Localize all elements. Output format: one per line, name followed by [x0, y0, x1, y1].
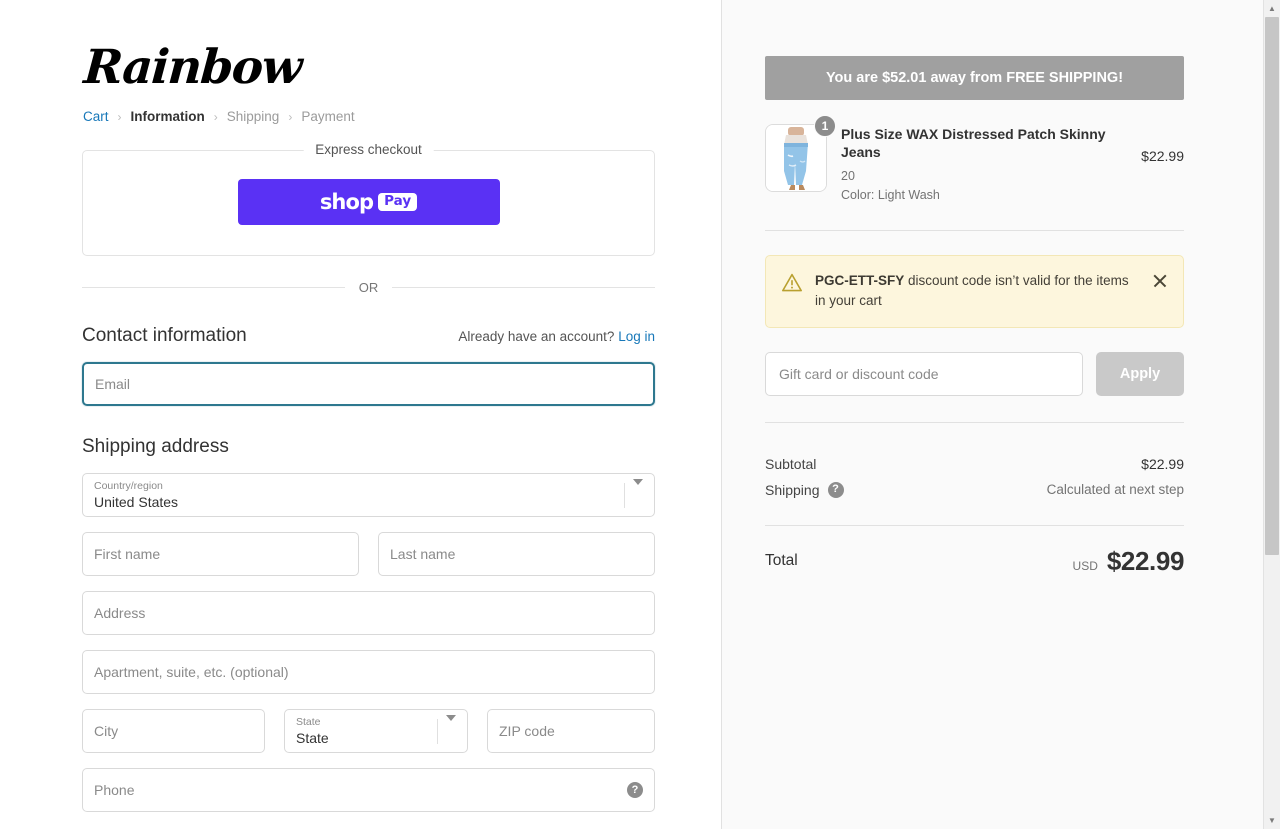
discount-error-alert: PGC-ETT-SFY discount code isn’t valid fo…	[765, 255, 1184, 328]
checkout-page: Rainbow Cart › Information › Shipping › …	[0, 0, 1280, 829]
city-placeholder: City	[94, 723, 119, 739]
last-name-field[interactable]: Last name	[378, 532, 655, 576]
contact-information-header: Contact information Already have an acco…	[82, 325, 655, 347]
or-divider: OR	[82, 280, 655, 295]
zip-code-field[interactable]: ZIP code	[487, 709, 655, 753]
discount-code-placeholder: Gift card or discount code	[779, 365, 939, 382]
cart-line-item: 1 Plus Size WAX Distressed Patch Skinny …	[765, 100, 1184, 230]
line-item-details: Plus Size WAX Distressed Patch Skinny Je…	[841, 124, 1127, 204]
express-checkout-section: Express checkout shop Pay	[82, 142, 655, 256]
chevron-down-icon	[446, 715, 456, 721]
alert-message: PGC-ETT-SFY discount code isn’t valid fo…	[815, 271, 1139, 310]
breadcrumb-separator-icon: ›	[288, 109, 293, 124]
warning-triangle-icon	[782, 274, 802, 292]
breadcrumb: Cart › Information › Shipping › Payment	[82, 109, 655, 124]
order-summary-column: You are $52.01 away from FREE SHIPPING!	[721, 0, 1280, 829]
subtotal-row: Subtotal $22.99	[765, 451, 1184, 477]
shipping-label: Shipping	[765, 481, 820, 498]
zip-code-placeholder: ZIP code	[499, 723, 555, 739]
total-amount-wrap: USD $22.99	[1072, 545, 1185, 577]
address-placeholder: Address	[94, 605, 146, 621]
divider	[765, 421, 1184, 423]
breadcrumb-item-cart[interactable]: Cart	[83, 109, 109, 124]
account-prompt: Already have an account? Log in	[458, 329, 655, 344]
country-region-select[interactable]: Country/region United States	[82, 473, 655, 517]
checkout-main-column: Rainbow Cart › Information › Shipping › …	[0, 0, 721, 829]
select-divider	[624, 483, 625, 508]
state-value: State	[296, 729, 329, 746]
city-field[interactable]: City	[82, 709, 265, 753]
apartment-placeholder: Apartment, suite, etc. (optional)	[94, 664, 289, 680]
product-price: $22.99	[1141, 148, 1184, 164]
product-title: Plus Size WAX Distressed Patch Skinny Je…	[841, 126, 1106, 161]
breadcrumb-item-information[interactable]: Information	[131, 109, 205, 124]
shop-pay-wordmark: shop	[319, 190, 374, 214]
shipping-value: Calculated at next step	[1046, 482, 1184, 498]
total-label: Total	[765, 552, 798, 570]
jeans-product-image	[766, 125, 826, 191]
phone-field[interactable]: Phone ?	[82, 768, 655, 812]
state-label: State	[296, 715, 321, 728]
log-in-link[interactable]: Log in	[618, 329, 655, 344]
state-select[interactable]: State State	[284, 709, 468, 753]
question-mark-icon[interactable]: ?	[627, 782, 643, 798]
divider	[765, 230, 1184, 232]
scrollbar-thumb[interactable]	[1265, 17, 1279, 555]
account-prompt-text: Already have an account?	[458, 329, 615, 344]
currency-code: USD	[1072, 558, 1098, 573]
grand-total-row: Total USD $22.99	[765, 526, 1184, 577]
subtotal-value: $22.99	[1141, 455, 1184, 472]
page-scrollbar[interactable]: ▲ ▼	[1263, 0, 1280, 829]
product-color: Color: Light Wash	[841, 187, 940, 202]
express-checkout-legend: Express checkout	[303, 142, 434, 157]
order-totals: Subtotal $22.99 Shipping ? Calculated at…	[765, 451, 1184, 503]
free-shipping-banner: You are $52.01 away from FREE SHIPPING!	[765, 56, 1184, 100]
select-divider	[437, 719, 438, 744]
breadcrumb-item-shipping: Shipping	[226, 109, 280, 124]
shop-pay-badge: Pay	[378, 192, 418, 212]
email-placeholder: Email	[95, 376, 131, 392]
subtotal-label: Subtotal	[765, 455, 817, 472]
shipping-row: Shipping ? Calculated at next step	[765, 477, 1184, 503]
quantity-badge: 1	[814, 115, 836, 137]
or-divider-label: OR	[358, 280, 379, 295]
first-name-placeholder: First name	[94, 546, 161, 562]
product-size: 20	[841, 168, 855, 183]
discount-form: Gift card or discount code Apply	[765, 351, 1184, 396]
scroll-up-arrow-icon[interactable]: ▲	[1264, 0, 1280, 17]
last-name-placeholder: Last name	[390, 546, 456, 562]
shop-pay-button[interactable]: shop Pay	[237, 179, 500, 225]
email-field[interactable]: Email	[82, 362, 655, 406]
product-thumbnail-wrap: 1	[765, 115, 836, 192]
apply-discount-button[interactable]: Apply	[1096, 351, 1184, 396]
address-field[interactable]: Address	[82, 591, 655, 635]
apartment-field[interactable]: Apartment, suite, etc. (optional)	[82, 650, 655, 694]
contact-information-title: Contact information	[82, 325, 247, 346]
shipping-label-wrap: Shipping ?	[765, 481, 844, 498]
brand-logo[interactable]: Rainbow	[82, 40, 303, 95]
invalid-discount-code: PGC-ETT-SFY	[815, 273, 905, 289]
country-region-value: United States	[94, 493, 179, 510]
breadcrumb-separator-icon: ›	[213, 109, 218, 124]
breadcrumb-separator-icon: ›	[117, 109, 122, 124]
question-mark-icon[interactable]: ?	[827, 481, 844, 498]
close-icon[interactable]	[1151, 272, 1169, 290]
phone-placeholder: Phone	[94, 782, 135, 798]
total-value: $22.99	[1106, 545, 1185, 576]
first-name-field[interactable]: First name	[82, 532, 359, 576]
breadcrumb-item-payment: Payment	[301, 109, 355, 124]
chevron-down-icon	[633, 479, 643, 485]
city-state-zip-row: City State State ZIP code	[82, 694, 655, 753]
country-region-label: Country/region	[94, 479, 163, 492]
name-row: First name Last name	[82, 517, 655, 576]
shipping-address-header: Shipping address	[82, 436, 655, 458]
shipping-address-title: Shipping address	[82, 436, 229, 457]
discount-code-input[interactable]: Gift card or discount code	[765, 351, 1083, 396]
scroll-down-arrow-icon[interactable]: ▼	[1264, 812, 1280, 829]
